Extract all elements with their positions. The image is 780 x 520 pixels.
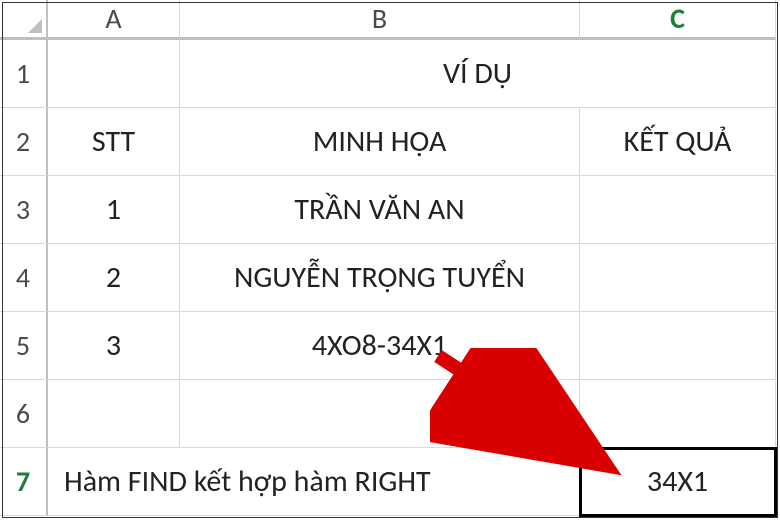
row-header-5[interactable]: 5 bbox=[0, 312, 48, 380]
cell-C2[interactable]: KẾT QUẢ bbox=[580, 108, 776, 176]
spreadsheet: A B C 1 2 3 4 5 6 7 VÍ DỤ STT MINH HỌA K… bbox=[0, 0, 780, 520]
cell-B3[interactable]: TRẦN VĂN AN bbox=[180, 176, 580, 244]
cell-B4[interactable]: NGUYỄN TRỌNG TUYỂN bbox=[180, 244, 580, 312]
cell-C6[interactable] bbox=[580, 380, 776, 448]
cell-C7[interactable]: 34X1 bbox=[580, 448, 776, 516]
cell-A5[interactable]: 3 bbox=[48, 312, 180, 380]
row-header-6[interactable]: 6 bbox=[0, 380, 48, 448]
cell-C5[interactable] bbox=[580, 312, 776, 380]
col-header-B[interactable]: B bbox=[180, 0, 580, 40]
cell-A7-merged[interactable]: Hàm FIND kết hợp hàm RIGHT bbox=[48, 448, 580, 516]
cell-A6[interactable] bbox=[48, 380, 180, 448]
cell-C4[interactable] bbox=[580, 244, 776, 312]
cell-A1[interactable] bbox=[48, 40, 180, 108]
col-header-C[interactable]: C bbox=[580, 0, 776, 40]
row-header-4[interactable]: 4 bbox=[0, 244, 48, 312]
cell-A4[interactable]: 2 bbox=[48, 244, 180, 312]
cell-C3[interactable] bbox=[580, 176, 776, 244]
row-header-7[interactable]: 7 bbox=[0, 448, 48, 516]
cell-B5[interactable]: 4XO8-34X1 bbox=[180, 312, 580, 380]
col-header-A[interactable]: A bbox=[48, 0, 180, 40]
cell-A3[interactable]: 1 bbox=[48, 176, 180, 244]
cell-A2[interactable]: STT bbox=[48, 108, 180, 176]
row-header-2[interactable]: 2 bbox=[0, 108, 48, 176]
row-header-1[interactable]: 1 bbox=[0, 40, 48, 108]
cell-B6[interactable] bbox=[180, 380, 580, 448]
cell-B1-merged[interactable]: VÍ DỤ bbox=[180, 40, 776, 108]
select-all-corner[interactable] bbox=[0, 0, 48, 40]
cell-B2[interactable]: MINH HỌA bbox=[180, 108, 580, 176]
row-header-3[interactable]: 3 bbox=[0, 176, 48, 244]
